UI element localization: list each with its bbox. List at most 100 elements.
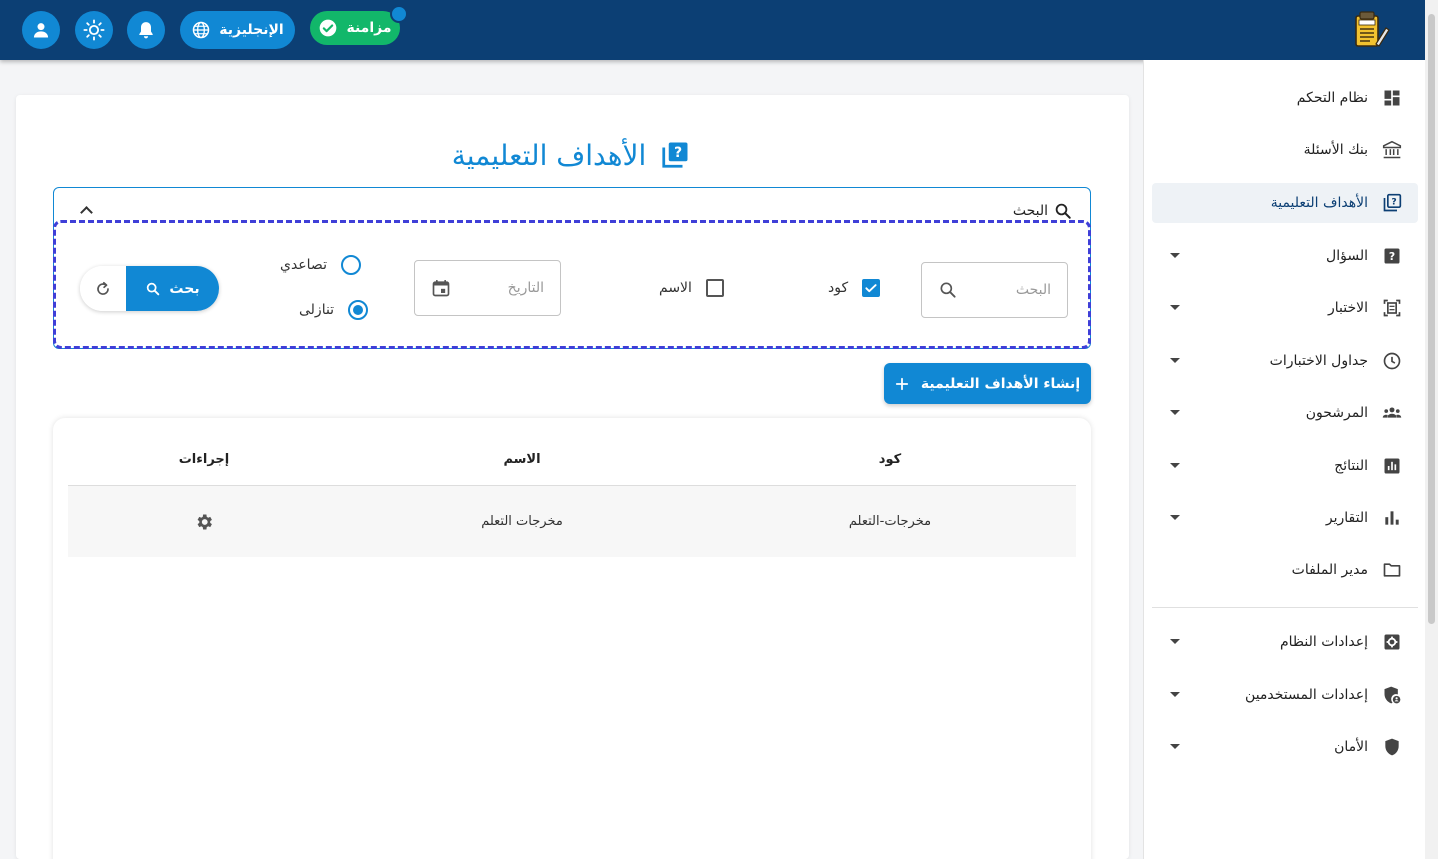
name-checkbox[interactable]: الاسم [659, 279, 724, 297]
top-bar: الإنجليزية مزامنة [0, 0, 1425, 60]
bank-icon [1382, 140, 1402, 160]
chevron-down-icon [1170, 305, 1180, 310]
column-header-actions: إجراءات [178, 452, 230, 467]
svg-text:?: ? [1389, 250, 1395, 263]
sidebar-item-label: الأمان [1334, 739, 1368, 755]
sidebar-item-question[interactable]: السؤال ? [1152, 236, 1418, 276]
sync-label: مزامنة [346, 20, 392, 36]
profile-button[interactable] [22, 11, 60, 49]
theme-toggle-button[interactable] [75, 11, 113, 49]
search-panel-header[interactable]: البحث [1013, 202, 1072, 220]
sidebar-item-exam[interactable]: الاختبار [1152, 288, 1418, 328]
sort-ascending-radio[interactable]: تصاعدي [280, 255, 361, 275]
create-objective-label: إنشاء الأهداف التعليمية [920, 375, 1081, 392]
exam-logo-icon[interactable] [1348, 10, 1390, 50]
sidebar-item-label: الأهداف التعليمية [1270, 195, 1368, 211]
cell-code: مخرجات-التعلم [848, 514, 932, 529]
sidebar-item-label: بنك الأسئلة [1303, 142, 1368, 158]
exam-icon [1382, 298, 1402, 318]
sidebar-item-exam-schedules[interactable]: جداول الاختبارات [1152, 341, 1418, 381]
code-checkbox-label: كود [828, 280, 849, 296]
sidebar-item-label: التقارير [1325, 510, 1368, 526]
page-scrollbar[interactable] [1425, 0, 1438, 859]
dashboard-icon [1382, 88, 1402, 108]
sort-ascending-label: تصاعدي [280, 257, 327, 273]
sidebar-item-reports[interactable]: التقارير [1152, 498, 1418, 538]
check-circle-icon [320, 19, 337, 37]
sidebar-item-label: الاختبار [1327, 300, 1368, 316]
search-icon [1055, 203, 1071, 219]
column-header-name[interactable]: الاسم [503, 452, 540, 467]
search-input-placeholder: البحث [1015, 282, 1051, 298]
sidebar-item-learning-objectives[interactable]: الأهداف التعليمية ? [1152, 183, 1418, 223]
chevron-down-icon [1170, 463, 1180, 468]
sidebar-item-candidates[interactable]: المرشحون [1152, 393, 1418, 433]
user-icon [33, 23, 49, 38]
column-header-code[interactable]: كود [879, 452, 901, 467]
chevron-down-icon [1170, 515, 1180, 520]
calendar-icon [432, 280, 450, 297]
main-card: الأهداف التعليمية ? البحث البحث كود الاس… [16, 95, 1129, 859]
objectives-icon: ? [1382, 193, 1402, 213]
settings-icon [1382, 632, 1402, 652]
sidebar-item-file-manager[interactable]: مدير الملفات [1152, 550, 1418, 590]
sidebar-item-label: المرشحون [1305, 405, 1368, 421]
search-button[interactable]: بحث [126, 266, 219, 311]
search-input[interactable]: البحث [921, 262, 1068, 318]
table-row[interactable]: مخرجات-التعلم مخرجات التعلم [68, 486, 1076, 557]
sidebar-divider [1152, 607, 1418, 608]
sort-descending-label: تنازلى [299, 302, 335, 318]
gear-icon[interactable] [194, 512, 214, 532]
create-objective-button[interactable]: إنشاء الأهداف التعليمية [884, 363, 1091, 404]
date-placeholder: التاريخ [507, 280, 544, 296]
reports-icon [1382, 508, 1402, 528]
chevron-down-icon [1170, 253, 1180, 258]
objectives-icon: ? [662, 142, 688, 168]
objectives-table: كود الاسم إجراءات مخرجات-التعلم مخرجات ا… [53, 418, 1091, 859]
sidebar-item-label: النتائج [1334, 458, 1368, 474]
globe-icon [193, 21, 210, 39]
chevron-down-icon [1170, 744, 1180, 749]
search-icon [147, 282, 160, 295]
sidebar-item-user-settings[interactable]: إعدادات المستخدمين [1152, 675, 1418, 715]
chevron-down-icon [1170, 410, 1180, 415]
svg-text:?: ? [1391, 196, 1396, 207]
svg-text:?: ? [674, 145, 682, 161]
sync-button[interactable]: مزامنة [310, 11, 400, 45]
radio-unselected-icon [340, 255, 361, 275]
sidebar: نظام التحكم بنك الأسئلة الأهداف التعليمي… [1143, 60, 1425, 859]
checkbox-unchecked-icon [705, 279, 724, 297]
sidebar-item-label: جداول الاختبارات [1269, 353, 1368, 369]
refresh-icon [97, 281, 109, 295]
page-title: الأهداف التعليمية [451, 138, 647, 172]
sidebar-item-system-settings[interactable]: إعدادات النظام [1152, 622, 1418, 662]
cell-name: مخرجات التعلم [481, 514, 563, 529]
bell-icon [139, 22, 153, 39]
shield-icon [1382, 737, 1402, 757]
sidebar-item-label: مدير الملفات [1291, 562, 1368, 578]
notifications-button[interactable] [127, 11, 165, 49]
search-panel-label: البحث [1012, 203, 1048, 219]
sidebar-item-results[interactable]: النتائج [1152, 446, 1418, 486]
people-icon [1382, 403, 1402, 423]
date-picker[interactable]: التاريخ [414, 260, 561, 316]
name-checkbox-label: الاسم [659, 280, 692, 296]
scrollbar-thumb[interactable] [1428, 14, 1435, 624]
search-icon [940, 282, 956, 298]
page-header: الأهداف التعليمية ? [416, 135, 726, 175]
sort-descending-radio[interactable]: تنازلى [299, 300, 369, 320]
search-button-group: بحث [80, 266, 219, 311]
folder-icon [1382, 560, 1402, 580]
chevron-down-icon [1170, 358, 1180, 363]
sidebar-item-question-bank[interactable]: بنك الأسئلة [1152, 130, 1418, 170]
reset-button[interactable] [80, 266, 126, 311]
sidebar-item-label: السؤال [1326, 248, 1368, 264]
sidebar-item-security[interactable]: الأمان [1152, 727, 1418, 767]
sidebar-item-dashboard[interactable]: نظام التحكم [1152, 78, 1418, 118]
chevron-up-icon[interactable] [80, 206, 93, 219]
chevron-down-icon [1170, 692, 1180, 697]
checkbox-checked-icon [862, 279, 881, 297]
language-button[interactable]: الإنجليزية [180, 11, 295, 49]
code-checkbox[interactable]: كود [828, 279, 881, 297]
question-icon: ? [1382, 246, 1402, 266]
